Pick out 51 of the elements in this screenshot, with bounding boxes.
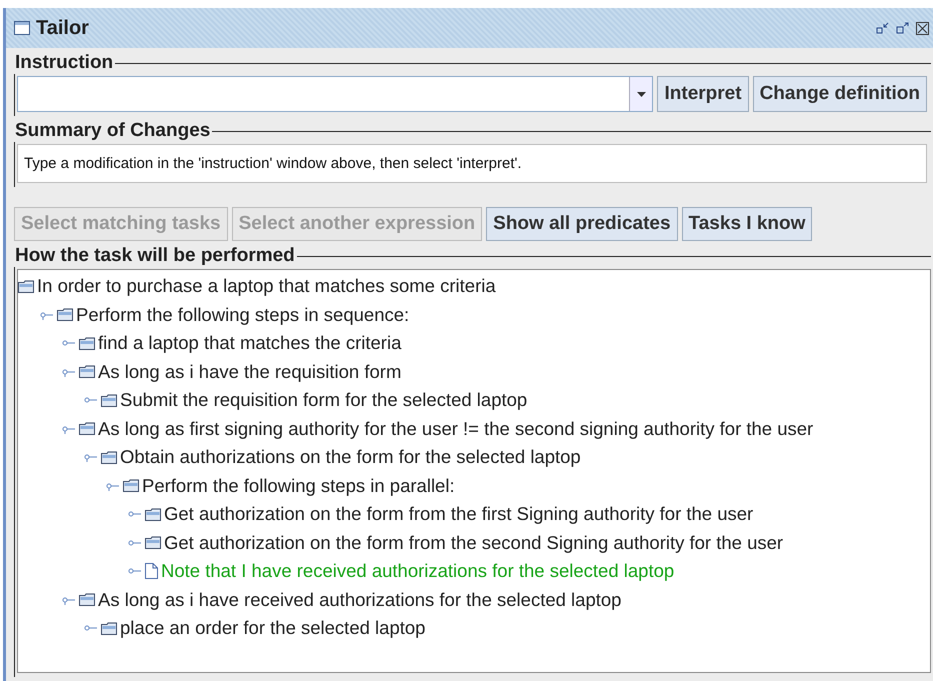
tree-handle-icon[interactable]: [84, 623, 98, 634]
tree-node-label[interactable]: As long as first signing authority for the user != the second signing authority for the user: [98, 418, 814, 440]
folder-icon: [18, 280, 34, 293]
folder-icon: [123, 479, 139, 492]
tree-node-label[interactable]: Get authorization on the form from the second Signing authority for the user: [164, 532, 784, 554]
minimize-icon[interactable]: [876, 22, 890, 34]
tree-node-label[interactable]: As long as i have the requisition form: [98, 360, 402, 383]
document-icon: [145, 563, 158, 580]
dropdown-icon[interactable]: [636, 92, 646, 96]
folder-icon: [101, 450, 117, 464]
window-icon: [14, 21, 30, 35]
folder-icon: [145, 508, 161, 521]
toolbar-button[interactable]: Change definition: [752, 76, 927, 112]
tree-node-label[interactable]: Perform the following steps in parallel:: [142, 474, 455, 497]
folder-icon: [79, 336, 95, 350]
tree-handle-icon[interactable]: [128, 509, 142, 520]
tree-node-label[interactable]: Submit the requisition form for the selected laptop: [120, 389, 528, 412]
tree-handle-icon[interactable]: [84, 395, 98, 406]
folder-icon: [101, 622, 117, 635]
folder-icon: [79, 365, 95, 378]
summary-text: Type a modification in the 'instruction' window above, then select 'interpret'.: [17, 144, 927, 183]
action-button[interactable]: Show all predicates: [486, 207, 678, 241]
close-icon[interactable]: [916, 22, 929, 34]
tree-handle-icon[interactable]: [62, 424, 76, 434]
tree-node-label[interactable]: place an order for the selected laptop: [120, 617, 426, 640]
group-label: Instruction: [14, 52, 114, 74]
tree-handle-icon[interactable]: [128, 566, 142, 576]
tree-node-label[interactable]: Perform the following steps in sequence:: [76, 304, 410, 326]
folder-icon: [145, 536, 161, 550]
tree-handle-icon[interactable]: [62, 594, 76, 605]
tree-node-label[interactable]: In order to purchase a laptop that matches some criteria: [37, 275, 496, 298]
tree-node-label[interactable]: As long as i have received authorizations for the selected laptop: [98, 588, 622, 611]
group-label: How the task will be performed: [14, 245, 296, 267]
tree-handle-icon[interactable]: [128, 538, 142, 548]
toolbar-button[interactable]: Interpret: [657, 76, 749, 112]
folder-icon: [79, 422, 95, 436]
tree-handle-icon[interactable]: [84, 452, 98, 462]
tree-handle-icon[interactable]: [62, 366, 76, 377]
folder-icon: [79, 593, 95, 606]
folder-icon: [57, 308, 73, 322]
maximize-icon[interactable]: [896, 22, 910, 34]
tree-node-label[interactable]: find a laptop that matches the criteria: [98, 332, 402, 354]
folder-icon: [101, 394, 117, 407]
tree-handle-icon[interactable]: [106, 480, 120, 491]
tree-handle-icon[interactable]: [62, 338, 76, 348]
tree-handle-icon[interactable]: [40, 310, 54, 320]
tree-node-label[interactable]: Get authorization on the form from the first Signing authority for the user: [164, 503, 754, 526]
group-label: Summary of Changes: [14, 120, 212, 142]
window-title: Tailor: [36, 16, 89, 40]
action-button[interactable]: Tasks I know: [682, 207, 812, 241]
tree-node-label[interactable]: Obtain authorizations on the form for the selected laptop: [120, 446, 581, 468]
